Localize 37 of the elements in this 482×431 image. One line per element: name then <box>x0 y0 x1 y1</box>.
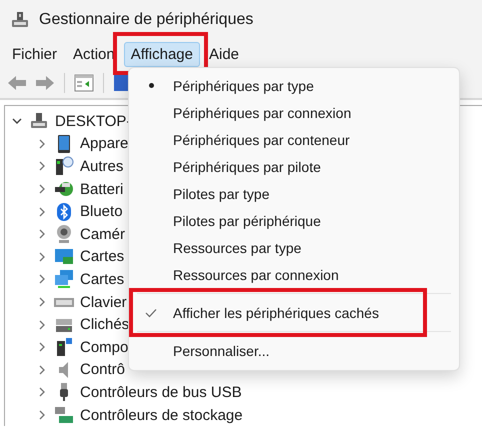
tree-item[interactable]: Clavier <box>80 294 127 311</box>
menu-option[interactable]: Périphériques par pilote <box>129 153 459 180</box>
monitor-icon <box>54 246 74 267</box>
tree-item[interactable]: Camér <box>80 226 126 243</box>
tree-item[interactable]: Cartes <box>80 248 124 266</box>
tree-item[interactable]: DESKTOP- <box>55 112 132 130</box>
menu-option[interactable]: Périphériques par conteneur <box>129 126 459 153</box>
bluetooth-icon <box>54 202 74 222</box>
tree-item[interactable]: Clichés <box>80 316 130 334</box>
tree-item[interactable]: Contrôleurs de bus USB <box>80 384 242 401</box>
webcam-icon <box>54 224 74 244</box>
unknown-device-icon <box>54 156 74 176</box>
tree-item[interactable]: Cartes <box>80 270 124 288</box>
device-icon <box>10 10 30 30</box>
menu-option[interactable]: Ressources par connexion <box>129 261 459 288</box>
menu-option[interactable]: Ressources par type <box>129 234 459 261</box>
tree-item[interactable]: Batteri <box>80 180 124 198</box>
network-icon <box>54 269 74 290</box>
menu-item[interactable]: Affichage <box>124 42 200 66</box>
tree-item[interactable]: Contrôleurs de stockage <box>80 406 243 424</box>
menu-option[interactable]: Pilotes par type <box>129 180 459 207</box>
storage-controller-icon <box>54 405 74 426</box>
tree-item[interactable]: Blueto <box>80 203 123 220</box>
tree-item[interactable]: Appare <box>80 135 128 152</box>
menu-option[interactable]: Périphériques par type <box>129 72 459 99</box>
window-title: Gestionnaire de périphériques <box>39 11 254 29</box>
menu-option[interactable]: Personnaliser... <box>129 337 459 364</box>
tree-item[interactable]: Compo <box>80 338 128 356</box>
menu-option[interactable]: Périphériques par connexion <box>129 99 459 126</box>
menu-option[interactable]: Afficher les périphériques cachés <box>129 299 459 326</box>
menu-item[interactable]: Aide <box>202 42 246 66</box>
menu-item[interactable]: Fichier <box>5 42 64 66</box>
menu-option[interactable]: Pilotes par périphérique <box>129 207 459 234</box>
menu-item[interactable]: Action <box>66 42 122 66</box>
tree-item[interactable]: Contrô <box>80 361 126 378</box>
component-icon <box>54 337 74 358</box>
tree-item[interactable]: Autres <box>80 158 124 175</box>
